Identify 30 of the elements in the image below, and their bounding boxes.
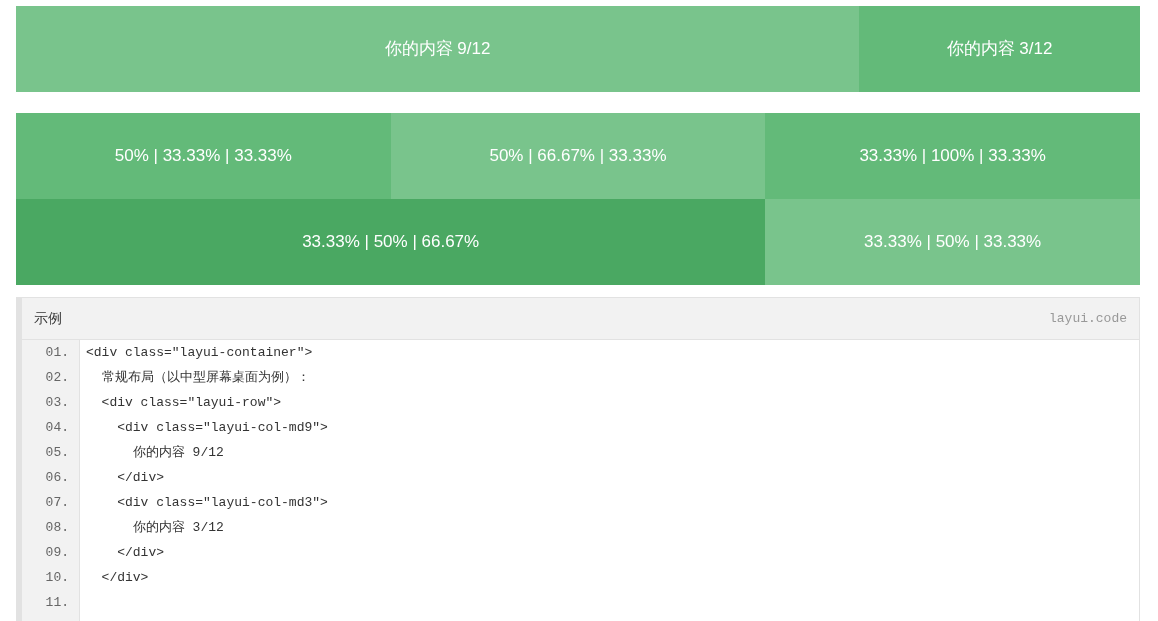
line-number: 11.: [45, 595, 69, 610]
code-line: 常规布局（以中型屏幕桌面为例）：: [100, 370, 310, 385]
line-number: 02.: [45, 370, 69, 385]
code-line: <div class="layui-row">: [100, 395, 282, 410]
code-line: </div>: [100, 570, 149, 585]
cell-text: 你的内容 3/12: [946, 38, 1053, 61]
code-line: <div class="layui-col-md9">: [116, 420, 328, 435]
code-line: <div class="layui-container">: [86, 345, 313, 360]
code-title: 示例: [34, 309, 62, 328]
line-number: 03.: [45, 395, 69, 410]
line-number: 01.: [45, 345, 69, 360]
cell-text: 33.33% | 50% | 33.33%: [864, 231, 1042, 254]
code-line: 你的内容 3/12: [131, 520, 224, 535]
line-number: 05.: [45, 445, 69, 460]
code-line: 你的内容 9/12: [131, 445, 224, 460]
cell-text: 33.33% | 100% | 33.33%: [859, 145, 1046, 168]
line-number: 08.: [45, 520, 69, 535]
line-number: 10.: [45, 570, 69, 585]
code-line: </div>: [116, 470, 164, 485]
code-line: <div class="layui-col-md3">: [116, 495, 328, 510]
line-number: 06.: [45, 470, 69, 485]
code-line: </div>: [116, 545, 164, 560]
cell-text: 33.33% | 50% | 66.67%: [302, 231, 480, 254]
line-number: 09.: [45, 545, 69, 560]
cell-text: 50% | 66.67% | 33.33%: [489, 145, 667, 168]
language-label: layui.code: [1049, 309, 1127, 328]
cell-text: 你的内容 9/12: [384, 38, 491, 61]
cell-text: 50% | 33.33% | 33.33%: [114, 145, 292, 168]
line-number: 04.: [45, 420, 69, 435]
line-number: 07.: [45, 495, 69, 510]
